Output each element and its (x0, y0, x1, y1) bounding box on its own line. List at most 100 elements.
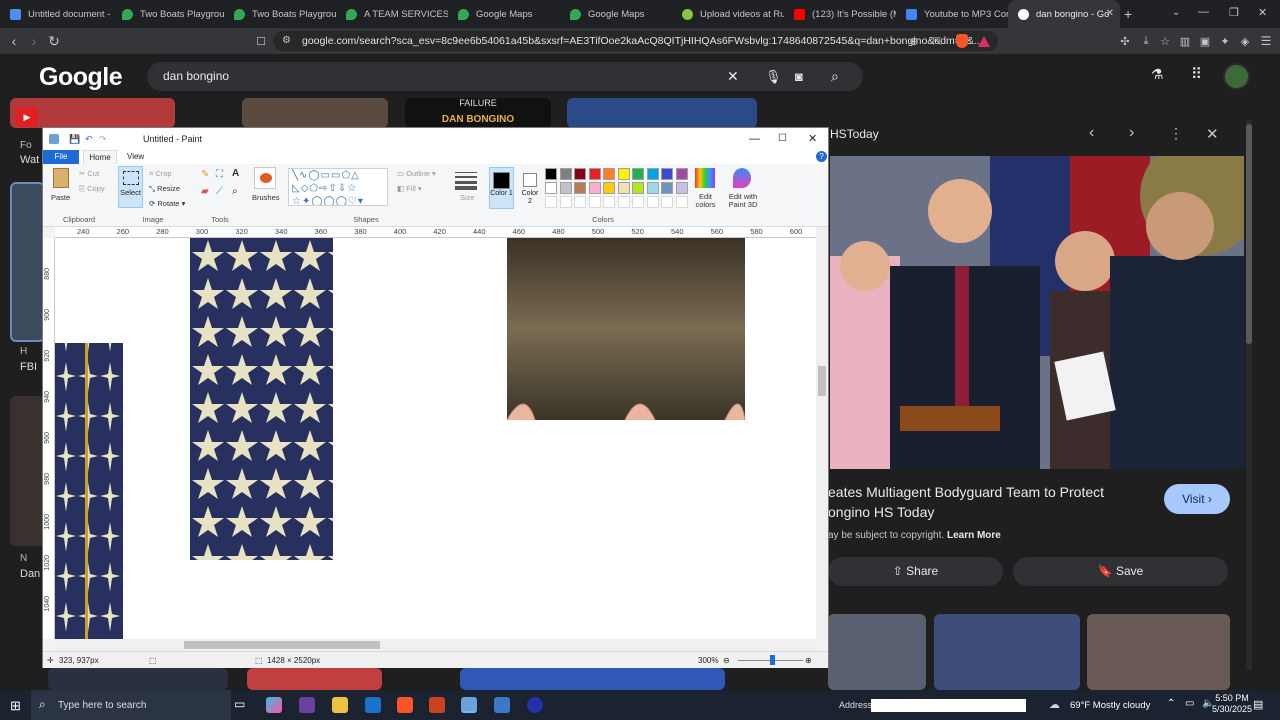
browser-tab[interactable]: Two Boats Playground (112, 0, 224, 28)
labs-icon[interactable]: ⚗ (1151, 66, 1164, 83)
edit-paint3d-button[interactable]: Edit with Paint 3D (723, 193, 763, 209)
image-result[interactable] (567, 98, 757, 128)
image-result[interactable]: FAILURE DAN BONGINO (405, 98, 551, 128)
color-swatch-empty[interactable] (603, 196, 615, 208)
search-input[interactable]: dan bongino ✕ 🎙 ◙ ⌕ (147, 62, 863, 91)
color-swatch[interactable] (603, 168, 615, 180)
paint-canvas[interactable] (55, 238, 816, 639)
minimize-icon[interactable]: — (1198, 6, 1209, 18)
color-swatch[interactable] (646, 182, 659, 194)
app-icon-2[interactable] (429, 697, 445, 713)
tray-chevron-icon[interactable]: ⌃ (1167, 698, 1175, 709)
rewards-icon[interactable] (974, 31, 994, 51)
edit-colors-icon[interactable] (695, 168, 715, 188)
mic-icon[interactable]: 🎙 (765, 62, 782, 91)
tab-search-icon[interactable]: ⌄ (1172, 7, 1180, 18)
canvas-horizontal-scrollbar[interactable] (55, 639, 816, 651)
color1-button[interactable]: Color 1 (489, 167, 514, 209)
more-options-icon[interactable]: ⋮ (1169, 125, 1183, 142)
preview-image[interactable] (830, 156, 1244, 469)
google-logo[interactable]: Google (39, 63, 123, 92)
paint-taskbar-icon[interactable] (461, 697, 477, 713)
app-icon-4[interactable] (527, 697, 543, 713)
back-icon[interactable]: ‹ (4, 31, 24, 51)
learn-more-link[interactable]: Learn More (947, 530, 1001, 541)
new-tab-icon[interactable]: + (1124, 6, 1132, 22)
view-tab[interactable]: View (127, 150, 144, 164)
color-swatch-empty[interactable] (675, 196, 688, 208)
sidebar-icon[interactable]: ▥ (1175, 31, 1195, 51)
vpn-icon[interactable]: ◈ (1235, 31, 1255, 51)
related-image[interactable] (1087, 614, 1230, 690)
color-swatch[interactable] (661, 182, 673, 194)
url-bar[interactable]: ⚙ google.com/search?sca_esv=8c9ee6b54061… (273, 31, 998, 51)
preview-title[interactable]: eates Multiagent Bodyguard Team to Prote… (828, 484, 1104, 500)
network-icon[interactable]: ▭ (1185, 698, 1194, 709)
color-swatch[interactable] (617, 168, 630, 180)
image-result[interactable] (48, 668, 228, 690)
browser-tab[interactable]: Google Maps (560, 0, 672, 28)
browser-tab[interactable]: A TEAM SERVICES He (336, 0, 448, 28)
close-tab-icon[interactable]: ✕ (1106, 8, 1114, 19)
browser-tab[interactable]: Untitled document - G (0, 0, 112, 28)
color-swatch[interactable] (574, 182, 586, 194)
eraser-icon[interactable]: ▰ (201, 186, 209, 197)
color-swatch-empty[interactable] (574, 196, 586, 208)
site-info-icon[interactable]: ⚙ (282, 31, 291, 51)
copilot-icon[interactable] (266, 697, 282, 713)
next-arrow-icon[interactable]: › (1129, 124, 1134, 142)
help-icon[interactable]: ? (816, 151, 827, 162)
color2-button[interactable]: Color 2 (519, 167, 541, 209)
color-swatch-empty[interactable] (617, 196, 630, 208)
outline-button[interactable]: ▭ Outline ▾ (397, 169, 436, 178)
maximize-icon[interactable]: ❐ (1229, 6, 1239, 19)
color-swatch[interactable] (632, 168, 644, 180)
taskbar-search[interactable]: ⌕ Type here to search (31, 690, 231, 720)
color-swatch[interactable] (675, 168, 688, 180)
page-scrollbar[interactable] (1246, 120, 1252, 670)
apps-icon[interactable]: ⠿ (1191, 65, 1202, 83)
color-swatch[interactable] (545, 168, 557, 180)
brave-icon[interactable] (397, 697, 413, 713)
clock[interactable]: 5:50 PM 5/30/2025 (1212, 693, 1252, 715)
task-view-icon[interactable]: ▭ (234, 697, 250, 713)
edit-colors-button[interactable]: Edit colors (693, 193, 718, 209)
canvas-vertical-scrollbar[interactable] (816, 227, 828, 639)
image-result[interactable] (242, 98, 388, 128)
crop-button[interactable]: ⌗ Crop (149, 169, 172, 179)
visit-button[interactable]: Visit › (1164, 484, 1230, 514)
related-image[interactable] (934, 614, 1080, 690)
color-picker-icon[interactable]: ⟋ (216, 186, 223, 197)
close-window-icon[interactable]: ✕ (1258, 6, 1267, 19)
downloads-icon[interactable]: ⤓ (1136, 31, 1156, 51)
zoom-in-icon[interactable]: ⊕ (805, 652, 812, 669)
image-result[interactable] (10, 182, 45, 342)
color-swatch[interactable] (588, 182, 601, 194)
color-swatch[interactable] (661, 168, 673, 180)
color-swatch[interactable] (559, 168, 572, 180)
lens-icon[interactable]: ◙ (795, 62, 803, 91)
size-icon[interactable] (455, 170, 477, 190)
color-swatch-empty[interactable] (646, 196, 659, 208)
browser-tab[interactable]: Upload videos at Rum (672, 0, 784, 28)
size-button[interactable]: Size (460, 193, 475, 202)
preview-title-line2[interactable]: ongino HS Today (828, 504, 934, 520)
color-swatch-empty[interactable] (545, 196, 557, 208)
avatar[interactable] (1223, 63, 1250, 90)
browser-tab[interactable]: (123) It's Possible (Mu (784, 0, 896, 28)
paint-maximize-icon[interactable]: ☐ (778, 128, 787, 150)
color-swatch[interactable] (545, 182, 557, 194)
copy-button[interactable]: ⎘ Copy (79, 184, 105, 194)
reload-icon[interactable]: ↻ (44, 31, 64, 51)
color-swatch[interactable] (559, 182, 572, 194)
paint3d-icon[interactable] (733, 168, 751, 188)
magnifier-icon[interactable]: ⌕ (232, 186, 238, 197)
browser-tab[interactable]: Two Boats Playground (224, 0, 336, 28)
prev-arrow-icon[interactable]: ‹ (1089, 124, 1094, 142)
color-swatch[interactable] (588, 168, 601, 180)
zoom-out-icon[interactable]: ⊖ (723, 652, 730, 669)
notifications-icon[interactable]: ▤ (1253, 698, 1263, 711)
save-icon[interactable]: 💾 (69, 128, 80, 150)
color-swatch[interactable] (632, 182, 644, 194)
browser-tab[interactable]: Google Maps (448, 0, 560, 28)
